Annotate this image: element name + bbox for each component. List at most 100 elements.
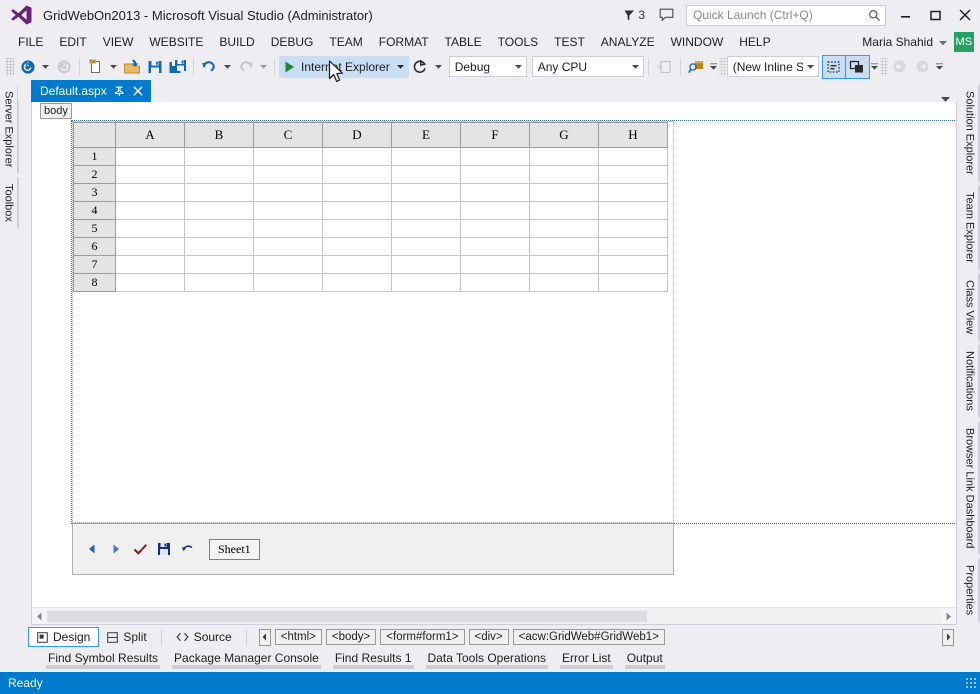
cell-b6[interactable]: [184, 237, 254, 256]
cell-b1[interactable]: [184, 147, 254, 166]
cell-g1[interactable]: [529, 147, 599, 166]
previous-sheet-button[interactable]: [83, 540, 101, 558]
cell-e3[interactable]: [391, 183, 461, 202]
cell-g8[interactable]: [529, 273, 599, 292]
cell-b8[interactable]: [184, 273, 254, 292]
chevron-down-icon[interactable]: [511, 64, 526, 69]
tab-split-view[interactable]: Split: [99, 627, 154, 647]
redo-dropdown[interactable]: [257, 56, 270, 78]
chevron-down-icon[interactable]: [628, 64, 643, 69]
row-header-7[interactable]: 7: [73, 255, 116, 274]
menu-build[interactable]: BUILD: [211, 33, 262, 51]
save-grid-button[interactable]: [155, 540, 173, 558]
scroll-right-arrow-icon[interactable]: [941, 609, 956, 624]
cell-e8[interactable]: [391, 273, 461, 292]
cell-a8[interactable]: [115, 273, 185, 292]
save-button[interactable]: [143, 56, 166, 78]
cell-f2[interactable]: [460, 165, 530, 184]
avatar[interactable]: MS: [954, 31, 974, 52]
cell-d8[interactable]: [322, 273, 392, 292]
cell-h1[interactable]: [598, 147, 668, 166]
column-header-e[interactable]: E: [391, 122, 461, 148]
tab-data-tools-operations[interactable]: Data Tools Operations: [420, 649, 555, 669]
new-item-dropdown[interactable]: [107, 56, 120, 78]
menu-help[interactable]: HELP: [731, 33, 778, 51]
new-item-button[interactable]: [84, 56, 107, 78]
scroll-left-arrow-icon[interactable]: [32, 609, 47, 624]
browser-forward-button[interactable]: [911, 56, 934, 78]
cell-h8[interactable]: [598, 273, 668, 292]
gridweb-control[interactable]: A B C D E F G H 1 2 3 4 5 6 7 8: [72, 121, 674, 523]
row-header-5[interactable]: 5: [73, 219, 116, 238]
redo-button[interactable]: [234, 56, 257, 78]
sidebar-item-server-explorer[interactable]: Server Explorer: [0, 84, 19, 175]
tab-default-aspx[interactable]: Default.aspx: [31, 80, 151, 102]
show-visual-aids-button[interactable]: [844, 54, 870, 79]
menu-edit[interactable]: EDIT: [51, 33, 94, 51]
sidebar-item-solution-explorer[interactable]: Solution Explorer: [960, 84, 980, 182]
cell-d6[interactable]: [322, 237, 392, 256]
cell-b2[interactable]: [184, 165, 254, 184]
cell-a3[interactable]: [115, 183, 185, 202]
tag-chip-body[interactable]: body: [40, 102, 72, 119]
cell-a5[interactable]: [115, 219, 185, 238]
scrollbar-thumb[interactable]: [47, 610, 647, 622]
sidebar-item-properties[interactable]: Properties: [960, 558, 980, 623]
cell-d5[interactable]: [322, 219, 392, 238]
close-icon[interactable]: [132, 83, 145, 99]
minimize-button[interactable]: [890, 0, 920, 30]
menu-analyze[interactable]: ANALYZE: [593, 33, 663, 51]
toolbar-overflow-grip-2[interactable]: [879, 57, 888, 76]
cell-d3[interactable]: [322, 183, 392, 202]
quick-launch-box[interactable]: [686, 4, 886, 26]
designer-horizontal-scrollbar[interactable]: [32, 607, 956, 624]
cell-c2[interactable]: [253, 165, 323, 184]
toolbar-grip[interactable]: [5, 57, 14, 76]
tab-source-view[interactable]: Source: [168, 627, 240, 647]
menu-format[interactable]: FORMAT: [371, 33, 437, 51]
refresh-dropdown[interactable]: [432, 56, 445, 78]
send-feedback-button[interactable]: [651, 8, 682, 22]
row-header-6[interactable]: 6: [73, 237, 116, 256]
cell-e5[interactable]: [391, 219, 461, 238]
cell-h7[interactable]: [598, 255, 668, 274]
cell-g3[interactable]: [529, 183, 599, 202]
quick-launch-input[interactable]: [693, 8, 868, 22]
breadcrumb-scroll-left[interactable]: [258, 628, 271, 646]
breadcrumb-body[interactable]: <body>: [325, 629, 377, 645]
cell-c3[interactable]: [253, 183, 323, 202]
cell-c5[interactable]: [253, 219, 323, 238]
cell-b7[interactable]: [184, 255, 254, 274]
start-debugging-button[interactable]: Internet Explorer: [279, 55, 409, 78]
menu-team[interactable]: TEAM: [321, 33, 370, 51]
cell-g6[interactable]: [529, 237, 599, 256]
menu-website[interactable]: WEBSITE: [141, 33, 211, 51]
column-header-g[interactable]: G: [529, 122, 599, 148]
cell-e2[interactable]: [391, 165, 461, 184]
spreadsheet-grid[interactable]: A B C D E F G H 1 2 3 4 5 6 7 8: [73, 122, 668, 292]
cell-h2[interactable]: [598, 165, 668, 184]
undo-grid-button[interactable]: [179, 540, 197, 558]
tab-error-list[interactable]: Error List: [554, 649, 619, 669]
notifications-button[interactable]: 3: [617, 3, 651, 27]
user-account-area[interactable]: Maria Shahid MS: [862, 31, 980, 52]
menu-window[interactable]: WINDOW: [663, 33, 732, 51]
tab-design-view[interactable]: Design: [28, 627, 100, 647]
column-header-d[interactable]: D: [322, 122, 392, 148]
open-file-button[interactable]: [120, 56, 143, 78]
breadcrumb-gridweb[interactable]: <acw:GridWeb#GridWeb1>: [512, 629, 665, 645]
cell-f7[interactable]: [460, 255, 530, 274]
cell-f3[interactable]: [460, 183, 530, 202]
navigate-forward-button[interactable]: [52, 56, 75, 78]
save-all-button[interactable]: [166, 56, 189, 78]
browser-options-dropdown[interactable]: [934, 56, 945, 78]
column-header-a[interactable]: A: [115, 122, 185, 148]
breadcrumb-div[interactable]: <div>: [468, 629, 509, 645]
row-header-2[interactable]: 2: [73, 165, 116, 184]
scrollbar-track[interactable]: [47, 608, 941, 624]
cell-d1[interactable]: [322, 147, 392, 166]
visual-aids-dropdown[interactable]: [869, 56, 880, 78]
cell-f1[interactable]: [460, 147, 530, 166]
next-sheet-button[interactable]: [107, 540, 125, 558]
cell-e1[interactable]: [391, 147, 461, 166]
